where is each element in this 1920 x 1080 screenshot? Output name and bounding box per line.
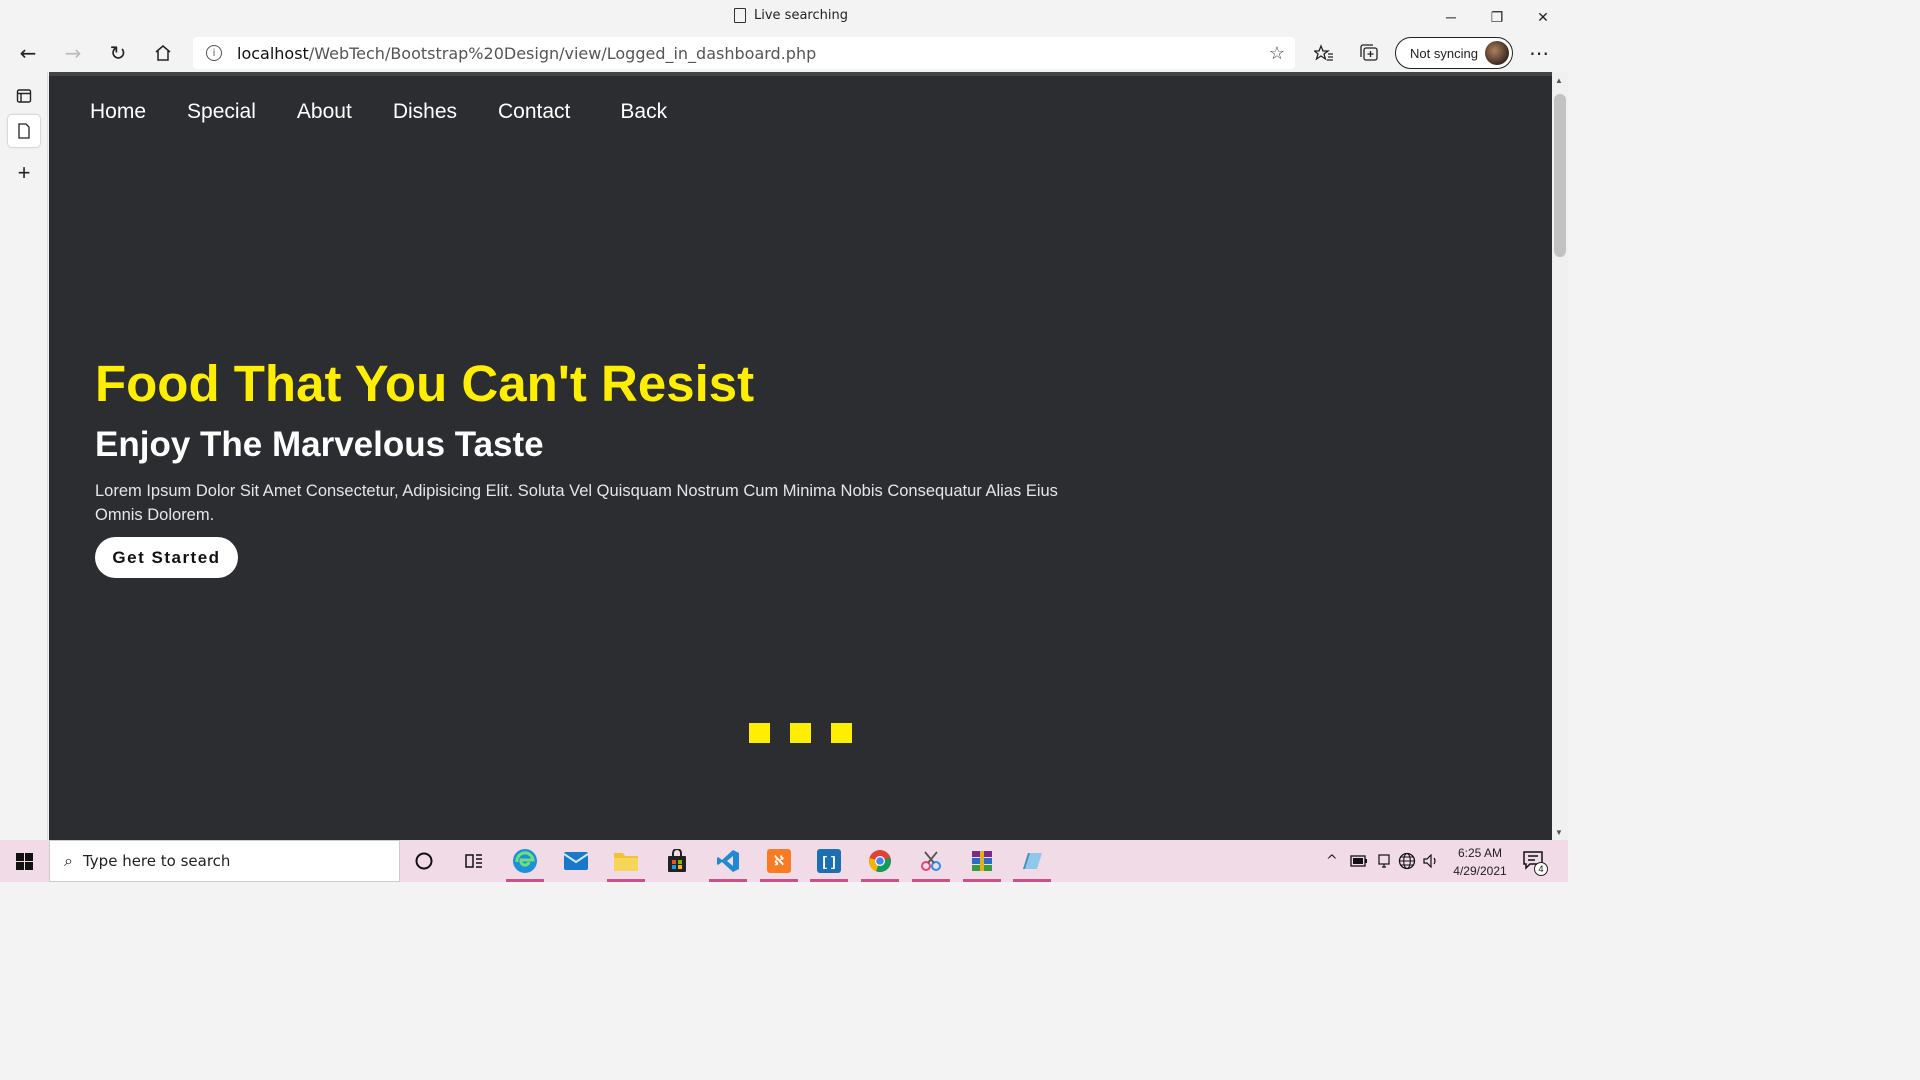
brackets-icon[interactable]: [ ] <box>808 844 850 882</box>
vscode-icon[interactable] <box>707 844 749 882</box>
avatar <box>1485 41 1509 65</box>
snip-icon[interactable] <box>910 844 952 882</box>
new-tab-plus-icon[interactable]: + <box>8 157 40 189</box>
sync-label: Not syncing <box>1410 45 1478 61</box>
active-app-indicator <box>912 879 950 882</box>
hero-title: Food That You Can't Resist <box>95 355 755 412</box>
nav-about[interactable]: About <box>297 100 352 124</box>
scroll-up-icon[interactable]: ▲ <box>1555 76 1563 85</box>
url-text[interactable]: localhost/WebTech/Bootstrap%20Design/vie… <box>237 44 816 63</box>
start-button[interactable] <box>0 840 49 882</box>
clock-time: 6:25 AM <box>1457 846 1503 860</box>
notification-count-badge: 4 <box>1534 862 1548 876</box>
xampp-glyph: ℵ <box>767 849 791 873</box>
nav-back[interactable]: Back <box>620 100 667 124</box>
loader-square <box>790 723 811 743</box>
active-app-indicator <box>810 879 848 882</box>
brackets-glyph: [ ] <box>817 849 841 873</box>
scrollbar-thumb[interactable] <box>1554 94 1566 257</box>
page-icon <box>734 8 746 23</box>
site-info-icon[interactable]: i <box>206 45 222 61</box>
title-bar: Live searching ─ ❐ ✕ <box>0 0 1568 34</box>
nav-dishes[interactable]: Dishes <box>393 100 457 124</box>
nav-contact[interactable]: Contact <box>498 100 570 124</box>
collections-icon[interactable] <box>1353 37 1385 69</box>
window-title: Live searching <box>734 8 848 23</box>
main-nav: Home Special About Dishes Contact Back <box>90 100 708 124</box>
device-icon[interactable] <box>1377 840 1391 882</box>
vertical-tab-strip: + <box>0 72 48 840</box>
address-bar[interactable]: i localhost/WebTech/Bootstrap%20Design/v… <box>193 37 1295 69</box>
more-menu-icon[interactable]: ⋯ <box>1523 37 1555 69</box>
chrome-icon[interactable] <box>859 844 901 882</box>
loading-indicator <box>749 723 852 743</box>
minimize-button[interactable]: ─ <box>1428 4 1474 30</box>
url-path: /WebTech/Bootstrap%20Design/view/Logged_… <box>308 43 817 63</box>
notepad-icon[interactable] <box>1011 844 1053 882</box>
loader-square <box>831 723 852 743</box>
edge-icon[interactable] <box>504 844 546 882</box>
system-clock[interactable]: 6:25 AM 4/29/2021 <box>1445 844 1515 880</box>
profile-sync-button[interactable]: Not syncing <box>1395 37 1513 69</box>
battery-icon[interactable] <box>1350 840 1368 882</box>
back-arrow-icon[interactable]: ← <box>12 37 44 69</box>
page-scrollbar[interactable]: ▲ ▼ <box>1552 72 1568 840</box>
refresh-icon[interactable]: ↻ <box>102 37 134 69</box>
clock-date: 4/29/2021 <box>1453 864 1507 878</box>
forward-arrow-icon[interactable]: → <box>57 37 89 69</box>
add-favorite-icon[interactable]: ☆ <box>1269 43 1285 64</box>
page-top-border <box>49 72 1552 76</box>
task-view-icon[interactable] <box>453 844 495 878</box>
url-host: localhost <box>237 43 309 63</box>
taskbar: ⌕ Type here to search ℵ [ ] ^ 6:25 AM 4/… <box>0 840 1568 882</box>
page-viewport: Home Special About Dishes Contact Back F… <box>49 72 1552 840</box>
scroll-down-icon[interactable]: ▼ <box>1555 828 1563 837</box>
active-app-indicator <box>607 879 645 882</box>
close-button[interactable]: ✕ <box>1520 4 1566 30</box>
active-app-indicator <box>861 879 899 882</box>
active-app-indicator <box>760 879 798 882</box>
get-started-button[interactable]: Get Started <box>95 537 238 578</box>
search-placeholder: Type here to search <box>82 852 231 870</box>
windows-logo-icon <box>16 852 33 870</box>
tray-overflow-icon[interactable]: ^ <box>1326 840 1338 882</box>
tab-live-searching[interactable] <box>8 115 40 147</box>
mail-icon[interactable] <box>555 844 597 878</box>
store-icon[interactable] <box>656 844 698 878</box>
restore-button[interactable]: ❐ <box>1474 4 1520 30</box>
network-globe-icon[interactable] <box>1398 840 1416 882</box>
favorites-icon[interactable] <box>1308 37 1340 69</box>
winrar-icon[interactable] <box>961 844 1003 882</box>
browser-toolbar: ← → ↻ i localhost/WebTech/Bootstrap%20De… <box>0 34 1568 72</box>
nav-special[interactable]: Special <box>187 100 256 124</box>
cortana-icon[interactable] <box>403 844 445 878</box>
tab-actions-icon[interactable] <box>8 80 40 112</box>
active-app-indicator <box>1013 879 1051 882</box>
file-explorer-icon[interactable] <box>605 844 647 882</box>
search-icon: ⌕ <box>64 851 73 870</box>
loader-square <box>749 723 770 743</box>
hero-subtitle: Enjoy The Marvelous Taste <box>95 425 544 464</box>
active-app-indicator <box>709 879 747 882</box>
nav-home[interactable]: Home <box>90 100 146 124</box>
taskbar-search[interactable]: ⌕ Type here to search <box>49 840 400 882</box>
active-app-indicator <box>506 879 544 882</box>
hero-description: Lorem Ipsum Dolor Sit Amet Consectetur, … <box>95 482 1058 524</box>
active-app-indicator <box>963 879 1001 882</box>
volume-icon[interactable] <box>1423 840 1439 882</box>
tab-title: Live searching <box>754 8 848 23</box>
home-icon[interactable] <box>147 37 179 69</box>
xampp-icon[interactable]: ℵ <box>758 844 800 882</box>
action-center-button[interactable]: 4 <box>1522 850 1550 876</box>
